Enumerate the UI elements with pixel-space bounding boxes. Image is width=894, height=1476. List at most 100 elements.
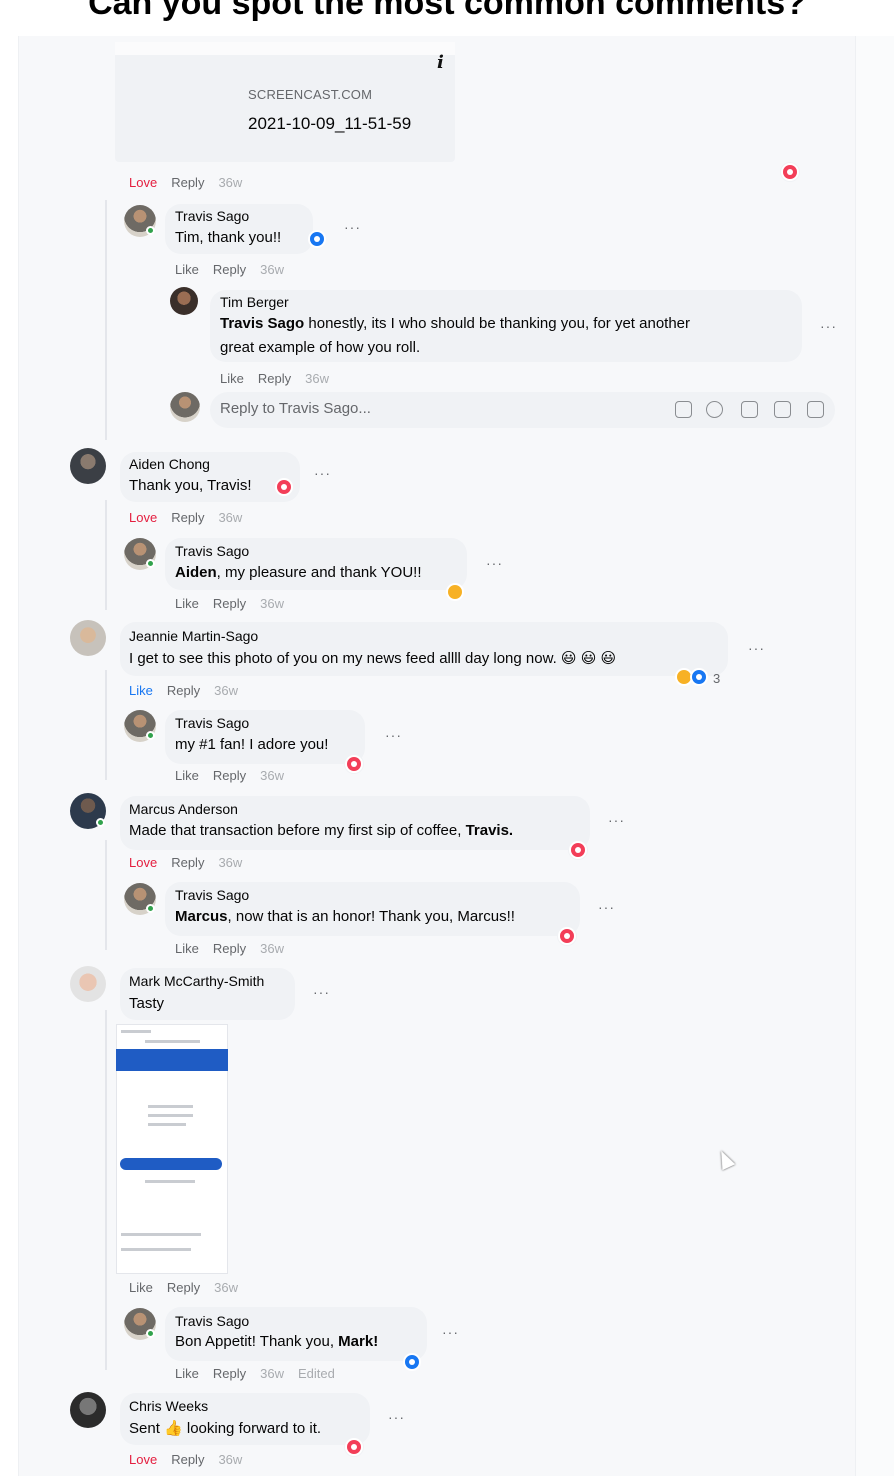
like-button[interactable]: Like [220,371,244,386]
comment-author[interactable]: Tim Berger [220,294,289,310]
comment-author[interactable]: Travis Sago [175,1313,249,1329]
heart-reaction-icon[interactable] [569,841,587,859]
more-options-icon[interactable]: ··· [608,812,625,828]
link-preview-card[interactable]: i SCREENCAST.COM 2021-10-09_11-51-59 [115,42,455,162]
reply-button[interactable]: Reply [213,262,246,277]
avatar[interactable] [70,1392,106,1428]
reply-button[interactable]: Reply [213,596,246,611]
like-reaction-icon[interactable] [308,230,326,248]
avatar[interactable] [170,287,198,315]
like-button[interactable]: Like [175,768,199,783]
emoji-icon[interactable] [706,401,723,418]
edited-label[interactable]: Edited [298,1366,335,1381]
timestamp[interactable]: 36w [218,510,242,525]
gif-icon[interactable] [774,401,791,418]
more-options-icon[interactable]: ··· [344,219,361,235]
reply-button[interactable]: Reply [213,768,246,783]
reply-button[interactable]: Reply [258,371,291,386]
online-status-icon [146,904,155,913]
thread-line [105,840,107,950]
love-button[interactable]: Love [129,1452,157,1467]
heart-reaction-icon[interactable] [345,755,363,773]
avatar-sticker-icon[interactable] [807,401,824,418]
reply-button[interactable]: Reply [213,941,246,956]
sticker-icon[interactable] [675,401,692,418]
love-button[interactable]: Love [129,510,157,525]
mention-link[interactable]: Marcus [175,908,228,925]
timestamp[interactable]: 36w [260,768,284,783]
comment-actions: Like Reply 36w [220,371,343,386]
comment-author[interactable]: Chris Weeks [129,1398,208,1414]
reply-button[interactable]: Reply [171,1452,204,1467]
like-button[interactable]: Like [175,941,199,956]
online-status-icon [146,559,155,568]
reply-button[interactable]: Reply [213,1366,246,1381]
haha-reaction-icon[interactable] [446,583,464,601]
like-button[interactable]: Like [129,1280,153,1295]
heart-reaction-icon[interactable] [781,163,799,181]
like-button[interactable]: Like [175,1366,199,1381]
reply-button[interactable]: Reply [167,1280,200,1295]
reaction-count[interactable]: 3 [713,671,720,686]
reply-button[interactable]: Reply [171,855,204,870]
timestamp[interactable]: 36w [218,1452,242,1467]
comment-text-body: , now that is an honor! Thank you, Marcu… [227,908,515,925]
comment-actions: Love Reply 36w [129,855,256,870]
timestamp[interactable]: 36w [260,262,284,277]
like-reaction-icon[interactable] [690,668,708,686]
more-options-icon[interactable]: ··· [486,555,503,571]
timestamp[interactable]: 36w [214,1280,238,1295]
reply-button[interactable]: Reply [171,510,204,525]
timestamp[interactable]: 36w [214,683,238,698]
mention-link[interactable]: Mark! [338,1333,378,1350]
heart-reaction-icon[interactable] [275,478,293,496]
more-options-icon[interactable]: ··· [314,465,331,481]
more-options-icon[interactable]: ··· [442,1324,459,1340]
comment-author[interactable]: Aiden Chong [129,456,210,472]
avatar[interactable] [70,448,106,484]
more-options-icon[interactable]: ··· [388,1409,405,1425]
like-reaction-icon[interactable] [403,1353,421,1371]
heart-reaction-icon[interactable] [558,927,576,945]
reply-button[interactable]: Reply [171,175,204,190]
more-options-icon[interactable]: ··· [820,318,837,334]
like-button[interactable]: Like [175,262,199,277]
comment-author[interactable]: Travis Sago [175,543,249,559]
reply-button[interactable]: Reply [167,683,200,698]
comment-actions: Like Reply 36w Edited [175,1366,349,1381]
thread-line [105,200,107,440]
more-options-icon[interactable]: ··· [313,984,330,1000]
comment-author[interactable]: Mark McCarthy-Smith [129,973,264,989]
avatar[interactable] [70,966,106,1002]
like-button[interactable]: Like [129,683,153,698]
avatar[interactable] [70,620,106,656]
timestamp[interactable]: 36w [260,1366,284,1381]
heart-reaction-icon[interactable] [345,1438,363,1456]
comment-actions: Like Reply 36w [175,262,298,277]
mention-link[interactable]: Travis Sago [220,315,304,332]
comment-author[interactable]: Travis Sago [175,887,249,903]
like-button[interactable]: Like [175,596,199,611]
timestamp[interactable]: 36w [260,596,284,611]
love-button[interactable]: Love [129,855,157,870]
info-icon[interactable]: i [437,52,444,73]
comment-author[interactable]: Travis Sago [175,715,249,731]
more-options-icon[interactable]: ··· [748,640,765,656]
image-header-bar [116,1049,228,1071]
timestamp[interactable]: 36w [260,941,284,956]
comment-text: Made that transaction before my first si… [129,822,513,839]
camera-icon[interactable] [741,401,758,418]
timestamp[interactable]: 36w [218,855,242,870]
more-options-icon[interactable]: ··· [598,899,615,915]
more-options-icon[interactable]: ··· [385,727,402,743]
mention-link[interactable]: Aiden [175,564,217,581]
love-button[interactable]: Love [129,175,157,190]
timestamp[interactable]: 36w [218,175,242,190]
comment-author[interactable]: Marcus Anderson [129,801,238,817]
comment-author[interactable]: Jeannie Martin-Sago [129,628,258,644]
reply-placeholder: Reply to Travis Sago... [220,400,371,417]
comment-author[interactable]: Travis Sago [175,208,249,224]
timestamp[interactable]: 36w [305,371,329,386]
comment-text: Tasty [129,995,165,1012]
mention-link[interactable]: Travis. [466,822,514,839]
